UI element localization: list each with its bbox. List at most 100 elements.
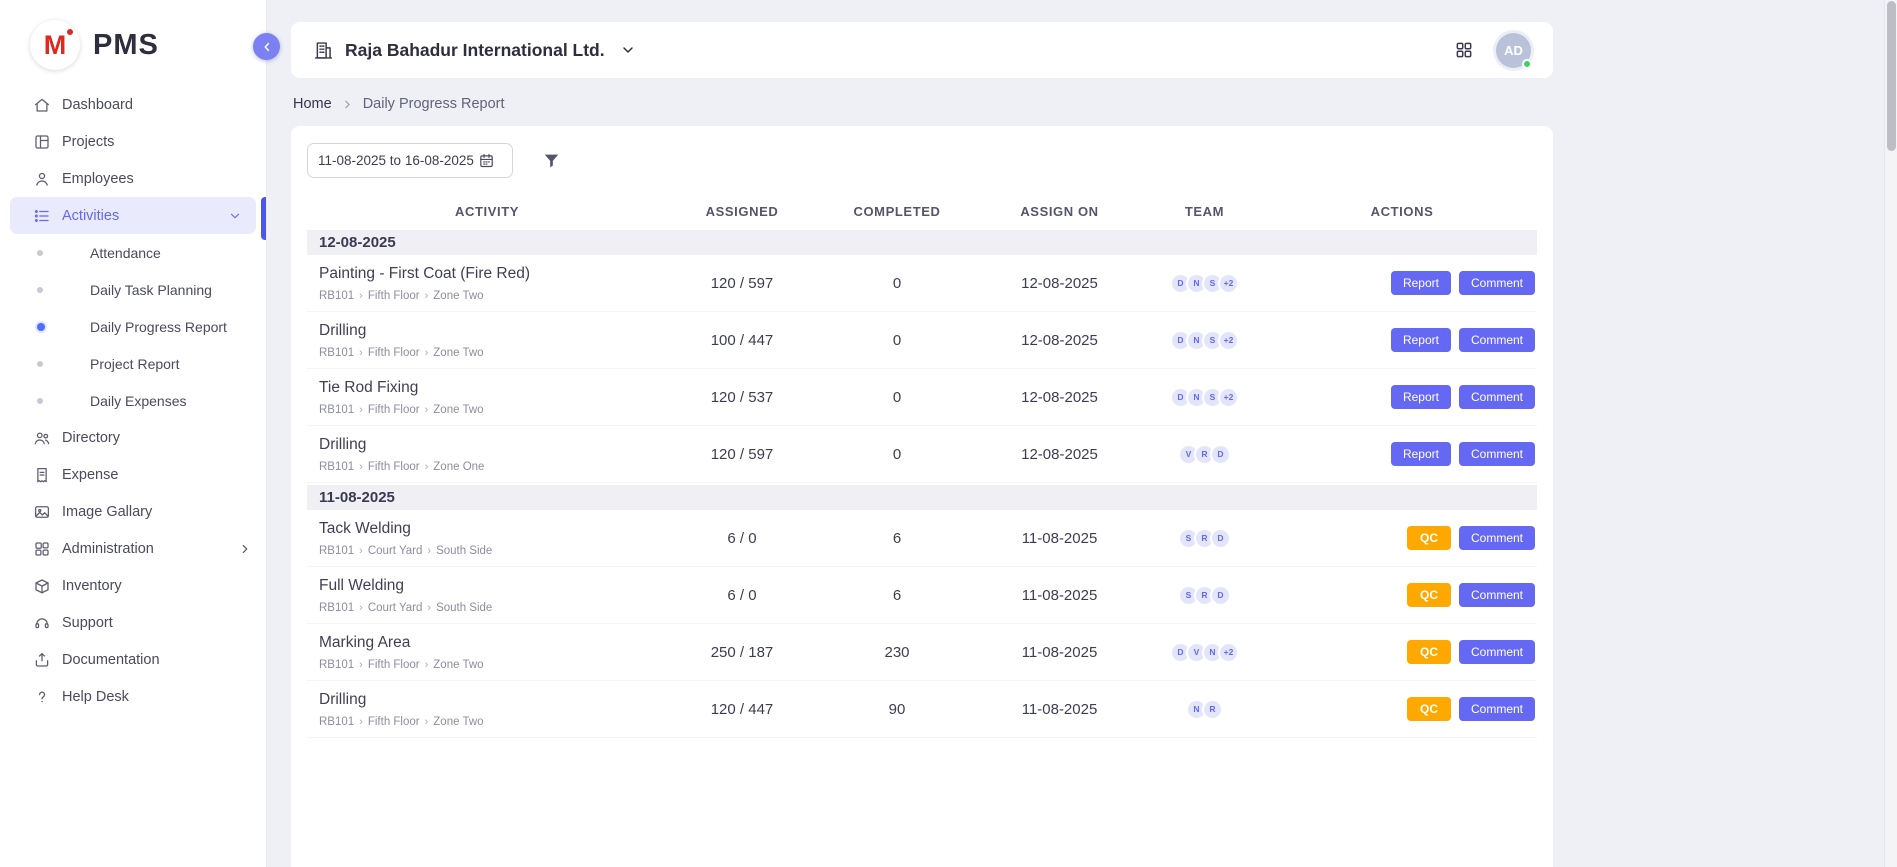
sidebar-item-projects[interactable]: Projects [0,123,266,160]
qc-button[interactable]: QC [1407,697,1451,721]
assigned-value: 120 / 537 [667,389,817,406]
completed-value: 90 [817,701,977,718]
chevron-right-icon: › [427,602,431,614]
date-group-header: 11-08-2025 [307,485,1537,510]
apps-grid-icon[interactable] [1454,40,1474,60]
avatar-initials: AD [1504,43,1523,58]
team-avatar[interactable]: R [1202,699,1223,720]
filter-icon[interactable] [542,151,561,170]
team-avatar[interactable]: +2 [1218,330,1239,351]
topbar-right: AD [1454,33,1531,68]
column-header-actions: ACTIONS [1267,204,1537,219]
sidebar-item-inventory[interactable]: Inventory [0,567,266,604]
chevron-right-icon: › [425,659,429,671]
sidebar-item-label: Projects [62,134,114,150]
app-logo: M PMS [0,0,266,84]
actions-cell: Report Comment [1267,271,1537,295]
team-avatar[interactable]: D [1210,528,1231,549]
sidebar-item-label: Activities [62,208,119,224]
comment-button[interactable]: Comment [1459,385,1535,409]
team-cell: NR [1142,699,1267,720]
comment-button[interactable]: Comment [1459,442,1535,466]
report-button[interactable]: Report [1391,385,1451,409]
user-avatar[interactable]: AD [1496,33,1531,68]
sidebar-item-help-desk[interactable]: Help Desk [0,678,266,715]
sidebar-item-dashboard[interactable]: Dashboard [0,86,266,123]
bullet-icon [37,398,43,404]
actions-cell: QC Comment [1267,583,1537,607]
team-avatar[interactable]: +2 [1218,387,1239,408]
activity-path: RB101›Fifth Floor›Zone One [319,461,667,473]
company-selector[interactable]: Raja Bahadur International Ltd. [313,40,636,61]
activity-path: RB101›Court Yard›South Side [319,602,667,614]
scrollbar[interactable] [1884,0,1897,867]
location-crumb: Zone Two [433,290,483,302]
chevron-down-icon [616,42,636,58]
sidebar-item-documentation[interactable]: Documentation [0,641,266,678]
activity-cell: DrillingRB101›Fifth Floor›Zone Two [307,691,667,728]
logo-icon: M [30,20,80,70]
location-crumb: South Side [436,545,492,557]
activities-icon [33,207,51,225]
comment-button[interactable]: Comment [1459,526,1535,550]
sidebar-item-support[interactable]: Support [0,604,266,641]
comment-button[interactable]: Comment [1459,271,1535,295]
assigned-value: 250 / 187 [667,644,817,661]
sidebar-item-administration[interactable]: Administration [0,530,266,567]
activity-name: Painting - First Coat (Fire Red) [319,265,667,283]
sidebar-subitem-label: Project Report [90,356,179,372]
sidebar-subitem-attendance[interactable]: Attendance [0,234,266,271]
team-avatar[interactable]: +2 [1218,273,1239,294]
column-header-activity: ACTIVITY [307,204,667,219]
sidebar-subitem-daily-task-planning[interactable]: Daily Task Planning [0,271,266,308]
sidebar-nav: Dashboard Projects Employees Activities Atte… [0,84,266,715]
sidebar-item-directory[interactable]: Directory [0,419,266,456]
activity-cell: Tack WeldingRB101›Court Yard›South Side [307,520,667,557]
support-icon [33,614,51,632]
qc-button[interactable]: QC [1407,640,1451,664]
chevron-right-icon: › [425,290,429,302]
sidebar-collapse-button[interactable] [253,33,280,60]
column-header-assign-on: ASSIGN ON [977,204,1142,219]
date-range-input[interactable] [318,153,478,168]
report-button[interactable]: Report [1391,271,1451,295]
chevron-right-icon [341,98,354,111]
calendar-icon [478,152,495,169]
team-avatar[interactable]: +2 [1218,642,1239,663]
sidebar-item-image-gallary[interactable]: Image Gallary [0,493,266,530]
comment-button[interactable]: Comment [1459,640,1535,664]
chevron-right-icon [238,542,252,556]
sidebar-subitem-daily-expenses[interactable]: Daily Expenses [0,382,266,419]
logo-dot [67,29,73,35]
breadcrumb-home[interactable]: Home [293,96,332,112]
report-button[interactable]: Report [1391,328,1451,352]
comment-button[interactable]: Comment [1459,328,1535,352]
team-cell: DNS+2 [1142,273,1267,294]
qc-button[interactable]: QC [1407,526,1451,550]
sidebar-item-expense[interactable]: Expense [0,456,266,493]
date-range-field[interactable] [307,143,513,178]
breadcrumb-current: Daily Progress Report [363,96,505,112]
breadcrumb: Home Daily Progress Report [293,96,1553,112]
qc-button[interactable]: QC [1407,583,1451,607]
scrollbar-thumb[interactable] [1887,1,1896,151]
team-avatar[interactable]: D [1210,444,1231,465]
activity-cell: Full WeldingRB101›Court Yard›South Side [307,577,667,614]
comment-button[interactable]: Comment [1459,697,1535,721]
team-avatar[interactable]: D [1210,585,1231,606]
sidebar-subitem-project-report[interactable]: Project Report [0,345,266,382]
sidebar-subitem-label: Attendance [90,245,161,261]
location-crumb: Court Yard [368,545,423,557]
table-row: DrillingRB101›Fifth Floor›Zone Two100 / … [307,312,1537,369]
location-crumb: RB101 [319,347,354,359]
comment-button[interactable]: Comment [1459,583,1535,607]
table-body: 12-08-2025Painting - First Coat (Fire Re… [307,230,1537,738]
sidebar-subitem-daily-progress-report[interactable]: Daily Progress Report [0,308,266,345]
chevron-right-icon: › [425,347,429,359]
assigned-value: 120 / 597 [667,446,817,463]
sidebar-item-activities[interactable]: Activities [10,197,256,234]
sidebar-item-employees[interactable]: Employees [0,160,266,197]
report-button[interactable]: Report [1391,442,1451,466]
expense-icon [33,466,51,484]
location-crumb: Fifth Floor [368,404,420,416]
